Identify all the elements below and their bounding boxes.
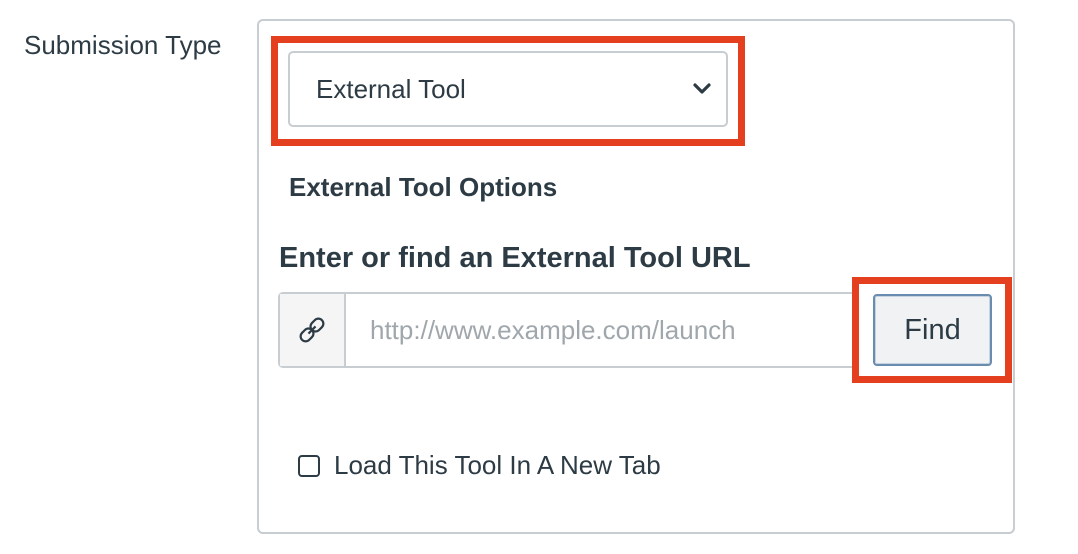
- new-tab-checkbox-label: Load This Tool In A New Tab: [334, 450, 661, 480]
- select-highlight-box: [271, 36, 745, 146]
- submission-type-label: Submission Type: [24, 30, 222, 60]
- external-tool-url-input[interactable]: [346, 294, 858, 366]
- new-tab-checkbox[interactable]: [298, 454, 320, 477]
- external-tool-url-group: [278, 292, 858, 368]
- external-tool-options-heading: External Tool Options: [289, 172, 558, 202]
- link-icon: [299, 317, 325, 343]
- external-tool-url-label: Enter or find an External Tool URL: [279, 242, 751, 274]
- find-highlight-box: [852, 277, 1012, 383]
- link-icon-addon: [280, 294, 346, 366]
- new-tab-option[interactable]: Load This Tool In A New Tab: [298, 450, 661, 481]
